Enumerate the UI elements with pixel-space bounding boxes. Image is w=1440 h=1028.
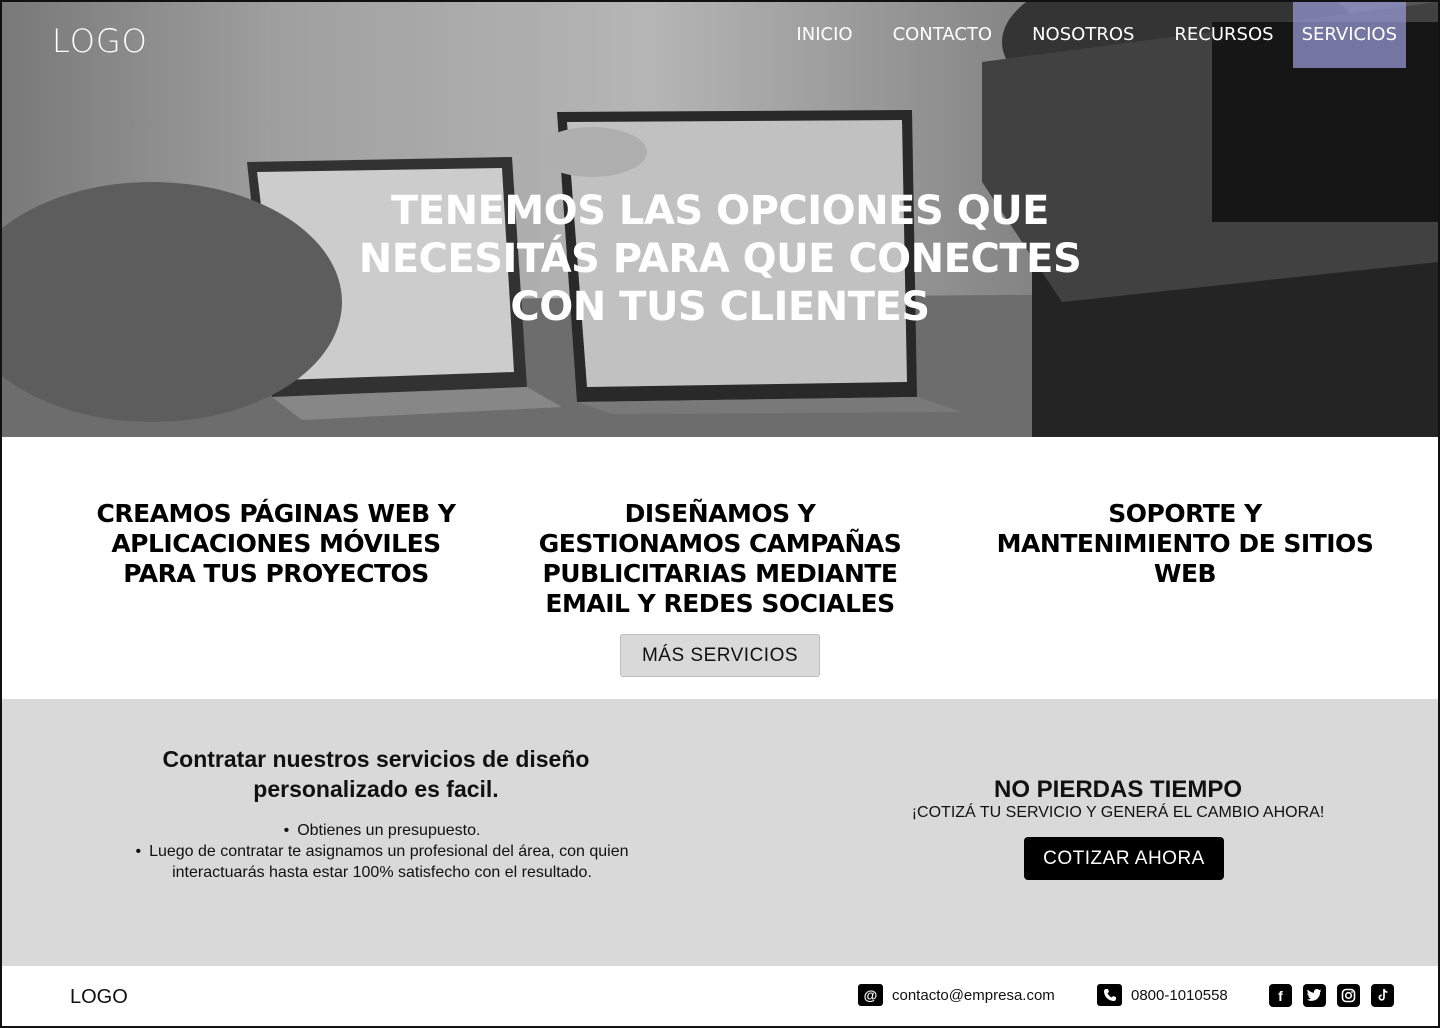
footer-phone[interactable]: 0800-1010558 xyxy=(1097,984,1228,1006)
footer-phone-text[interactable]: 0800-1010558 xyxy=(1131,987,1228,1004)
service-web-apps: CREAMOS PÁGINAS WEB Y APLICACIONES MÓVIL… xyxy=(96,499,456,588)
instagram-icon[interactable] xyxy=(1337,984,1360,1007)
hero-section: LOGO INICIO CONTACTO NOSOTROS RECURSOS S… xyxy=(2,2,1438,437)
service-campaigns: DISEÑAMOS Y GESTIONAMOS CAMPAÑAS PUBLICI… xyxy=(538,499,902,618)
info-section: Contratar nuestros servicios de diseño p… xyxy=(2,699,1438,966)
facebook-icon[interactable]: f xyxy=(1269,984,1292,1007)
footer-logo[interactable]: LOGO xyxy=(70,986,128,1009)
footer-email[interactable]: @ contacto@empresa.com xyxy=(858,984,1055,1006)
quote-now-button[interactable]: COTIZAR AHORA xyxy=(1024,837,1224,880)
at-icon: @ xyxy=(858,984,883,1006)
nav-item-recursos[interactable]: RECURSOS xyxy=(1165,2,1282,68)
nav-item-nosotros[interactable]: NOSOTROS xyxy=(1023,2,1143,68)
list-item: Obtienes un presupuesto. xyxy=(122,820,642,841)
nav-item-servicios[interactable]: SERVICIOS xyxy=(1292,2,1406,68)
main-nav: INICIO CONTACTO NOSOTROS RECURSOS SERVIC… xyxy=(765,2,1406,68)
header-logo[interactable]: LOGO xyxy=(52,22,148,60)
services-section: CREAMOS PÁGINAS WEB Y APLICACIONES MÓVIL… xyxy=(2,437,1438,699)
service-support: SOPORTE Y MANTENIMIENTO DE SITIOS WEB xyxy=(996,499,1374,588)
social-links: f xyxy=(1269,984,1405,1007)
footer-email-text[interactable]: contacto@empresa.com xyxy=(892,987,1055,1004)
nav-item-contacto[interactable]: CONTACTO xyxy=(884,2,1002,68)
hero-title: TENEMOS LAS OPCIONES QUE NECESITÁS PARA … xyxy=(358,188,1082,330)
nav-item-inicio[interactable]: INICIO xyxy=(787,2,861,68)
steps-list: Obtienes un presupuesto. Luego de contra… xyxy=(122,820,642,883)
info-title: Contratar nuestros servicios de diseño p… xyxy=(162,746,590,802)
page: LOGO INICIO CONTACTO NOSOTROS RECURSOS S… xyxy=(0,0,1440,1028)
phone-icon xyxy=(1097,984,1122,1006)
footer: LOGO @ contacto@empresa.com 0800-1010558… xyxy=(2,966,1438,1026)
cta-subtitle: ¡COTIZÁ TU SERVICIO Y GENERÁ EL CAMBIO A… xyxy=(911,804,1325,821)
tiktok-icon[interactable] xyxy=(1371,984,1394,1007)
list-item: Luego de contratar te asignamos un profe… xyxy=(122,841,642,883)
more-services-button[interactable]: MÁS SERVICIOS xyxy=(620,634,820,677)
twitter-icon[interactable] xyxy=(1303,984,1326,1007)
cta-title: NO PIERDAS TIEMPO xyxy=(993,776,1243,803)
